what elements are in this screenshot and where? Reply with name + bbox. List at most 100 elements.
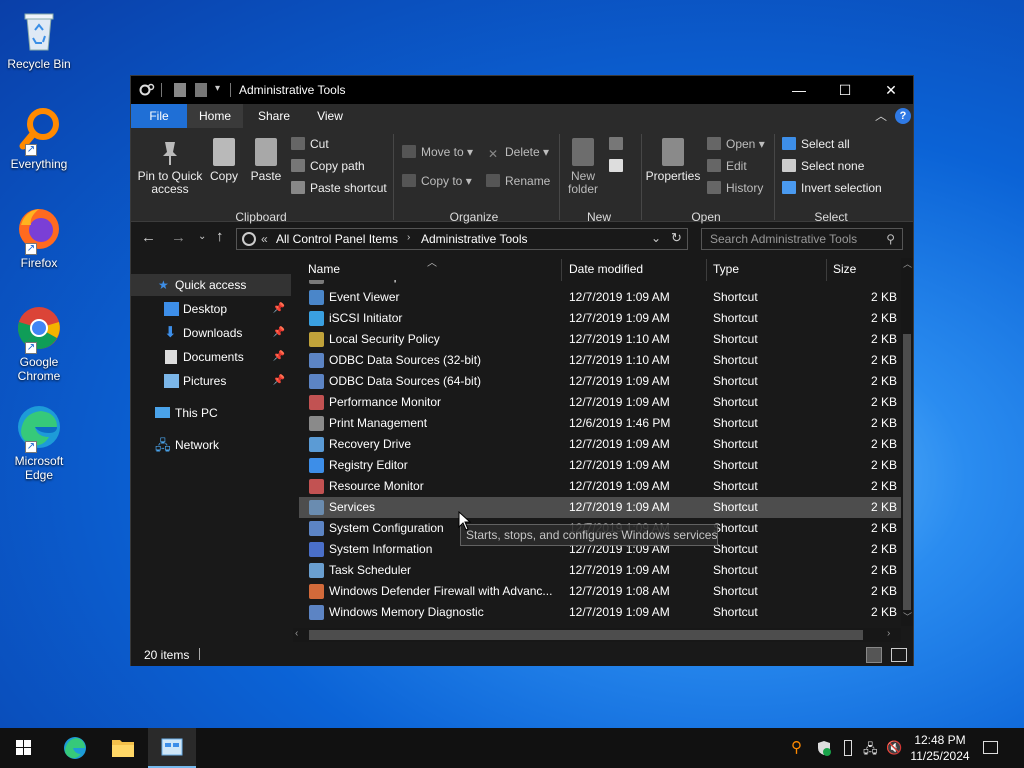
file-row[interactable]: Task Scheduler 12/7/2019 1:09 AM Shortcut 2… <box>299 560 901 581</box>
notifications-icon[interactable] <box>983 741 998 754</box>
desktop-icon-microsoft-edge[interactable]: ↗ Microsoft Edge <box>4 403 74 482</box>
file-row[interactable]: ODBC Data Sources (64-bit) 12/7/2019 1:09… <box>299 371 901 392</box>
file-row[interactable]: Local Security Policy 12/7/2019 1:10 AM Sh… <box>299 329 901 350</box>
network-tray-icon[interactable]: 🖧 <box>863 740 879 756</box>
paste-shortcut-button[interactable]: Paste shortcut <box>291 180 387 196</box>
properties-button[interactable]: Properties <box>645 138 701 183</box>
column-header-type[interactable]: Type <box>713 260 739 278</box>
breadcrumb-administrative-tools[interactable]: Administrative Tools <box>421 232 528 246</box>
column-separator[interactable] <box>561 259 562 281</box>
open-button[interactable]: Open ▾ <box>707 136 765 152</box>
start-button[interactable] <box>0 728 48 768</box>
nav-downloads[interactable]: ⬇ Downloads 📌 <box>131 322 291 344</box>
desktop-icon-everything[interactable]: ↗ Everything <box>4 106 74 171</box>
file-row[interactable]: Windows Defender Firewall with Advanc...… <box>299 581 901 602</box>
edit-button[interactable]: Edit <box>707 158 747 174</box>
cut-button[interactable]: Cut <box>291 136 329 152</box>
file-row[interactable]: Windows Memory Diagnostic 12/7/2019 1:09 … <box>299 602 901 623</box>
removable-drive-icon[interactable] <box>844 740 852 756</box>
properties-qat-icon[interactable] <box>174 83 186 97</box>
tab-share[interactable]: Share <box>247 104 301 128</box>
address-dropdown-icon[interactable]: ⌄ <box>651 231 661 245</box>
everything-tray-icon[interactable]: ⚲ <box>791 738 807 756</box>
recent-locations-icon[interactable]: ⌄ <box>198 231 206 242</box>
horizontal-scrollbar[interactable]: ‹ › <box>293 628 901 642</box>
copy-to-button[interactable]: Copy to ▾ <box>402 173 472 189</box>
horizontal-scroll-thumb[interactable] <box>309 630 863 640</box>
nav-documents[interactable]: Documents 📌 <box>131 346 291 368</box>
nav-desktop[interactable]: Desktop 📌 <box>131 298 291 320</box>
customize-qat-icon[interactable]: ▾ <box>215 83 227 97</box>
column-separator[interactable] <box>826 259 827 281</box>
column-separator[interactable] <box>706 259 707 281</box>
file-row[interactable]: Print Management 12/6/2019 1:46 PM Shortcu… <box>299 413 901 434</box>
paste-button[interactable]: Paste <box>247 138 285 183</box>
desktop-icon-firefox[interactable]: ↗ Firefox <box>4 205 74 270</box>
pin-to-quick-access-button[interactable]: Pin to Quick access <box>137 138 203 196</box>
taskbar-edge[interactable] <box>51 728 99 768</box>
file-row[interactable]: Registry Editor 12/7/2019 1:09 AM Shortcut… <box>299 455 901 476</box>
invert-selection-button[interactable]: Invert selection <box>782 180 882 196</box>
tab-view[interactable]: View <box>303 104 357 128</box>
back-arrow-icon[interactable]: ← <box>141 229 156 246</box>
nav-network[interactable]: 🖧 Network <box>131 434 291 456</box>
file-row[interactable]: Recovery Drive 12/7/2019 1:09 AM Shortcut 2… <box>299 434 901 455</box>
window-app-icon[interactable] <box>139 83 155 97</box>
new-folder-qat-icon[interactable] <box>195 83 207 97</box>
forward-arrow-icon[interactable]: → <box>171 229 186 246</box>
move-to-button[interactable]: Move to ▾ <box>402 144 473 160</box>
file-row[interactable]: Performance Monitor 12/7/2019 1:09 AM Shor… <box>299 392 901 413</box>
up-arrow-icon[interactable]: ↑ <box>216 228 224 245</box>
title-bar[interactable]: ▾ Administrative Tools — ☐ ✕ <box>131 76 913 104</box>
nav-pictures[interactable]: Pictures 📌 <box>131 370 291 392</box>
nav-quick-access[interactable]: ★ Quick access <box>131 274 291 296</box>
select-all-button[interactable]: Select all <box>782 136 850 152</box>
vertical-scroll-thumb[interactable] <box>903 334 911 610</box>
file-row[interactable]: Resource Monitor 12/7/2019 1:09 AM Shortcu… <box>299 476 901 497</box>
maximize-button[interactable]: ☐ <box>822 76 868 104</box>
tab-home[interactable]: Home <box>187 104 243 128</box>
copy-path-button[interactable]: Copy path <box>291 158 365 174</box>
details-view-icon[interactable] <box>866 647 882 663</box>
scroll-left-icon[interactable]: ‹ <box>295 628 298 639</box>
close-button[interactable]: ✕ <box>868 76 914 104</box>
scroll-down-icon[interactable]: ﹀ <box>903 610 912 623</box>
history-button[interactable]: History <box>707 180 763 196</box>
rename-button[interactable]: Rename <box>486 173 550 189</box>
volume-muted-icon[interactable]: 🔇 <box>886 740 902 756</box>
taskbar-file-explorer[interactable] <box>99 728 147 768</box>
tab-file[interactable]: File <box>131 104 187 128</box>
desktop-icon-recycle-bin[interactable]: Recycle Bin <box>4 6 74 71</box>
address-bar[interactable]: « All Control Panel Items › Administrati… <box>236 228 688 250</box>
minimize-button[interactable]: — <box>776 76 822 104</box>
new-item-button[interactable] <box>609 136 628 152</box>
column-header-name[interactable]: Name <box>308 260 340 278</box>
file-row[interactable]: iSCSI Initiator 12/7/2019 1:09 AM Shortcut… <box>299 308 901 329</box>
easy-access-button[interactable] <box>609 158 628 174</box>
search-box[interactable]: Search Administrative Tools ⚲ <box>701 228 903 250</box>
help-icon[interactable]: ? <box>895 108 911 124</box>
desktop-icon-google-chrome[interactable]: ↗ Google Chrome <box>4 304 74 383</box>
select-none-button[interactable]: Select none <box>782 158 864 174</box>
vertical-scrollbar[interactable]: ︿ ﹀ <box>901 258 913 626</box>
clock[interactable]: 12:48 PM 11/25/2024 <box>906 732 974 764</box>
column-header-size[interactable]: Size <box>833 260 856 278</box>
file-row[interactable]: Event Viewer 12/7/2019 1:09 AM Shortcut 2 K… <box>299 287 901 308</box>
column-header-date[interactable]: Date modified <box>569 260 643 278</box>
delete-button[interactable]: ✕ Delete ▾ <box>486 144 549 161</box>
scroll-right-icon[interactable]: › <box>887 628 890 639</box>
shortcut-arrow-icon: ↗ <box>25 342 37 354</box>
file-row[interactable]: Services 12/7/2019 1:09 AM Shortcut 2 KB <box>299 497 901 518</box>
taskbar-administrative-tools[interactable] <box>148 728 196 768</box>
refresh-icon[interactable]: ↻ <box>671 230 682 246</box>
collapse-ribbon-icon[interactable]: ︿ <box>871 104 891 128</box>
breadcrumb-all-control-panel-items[interactable]: All Control Panel Items <box>276 232 398 246</box>
copy-button[interactable]: Copy <box>207 138 241 183</box>
large-icons-view-icon[interactable] <box>891 648 907 662</box>
new-folder-button[interactable]: New folder <box>563 138 603 196</box>
scroll-up-icon[interactable]: ︿ <box>903 257 912 270</box>
security-shield-icon[interactable] <box>816 740 832 756</box>
file-row[interactable]: ODBC Data Sources (32-bit) 12/7/2019 1:10… <box>299 350 901 371</box>
address-overflow[interactable]: « <box>261 232 268 246</box>
nav-this-pc[interactable]: This PC <box>131 402 291 424</box>
